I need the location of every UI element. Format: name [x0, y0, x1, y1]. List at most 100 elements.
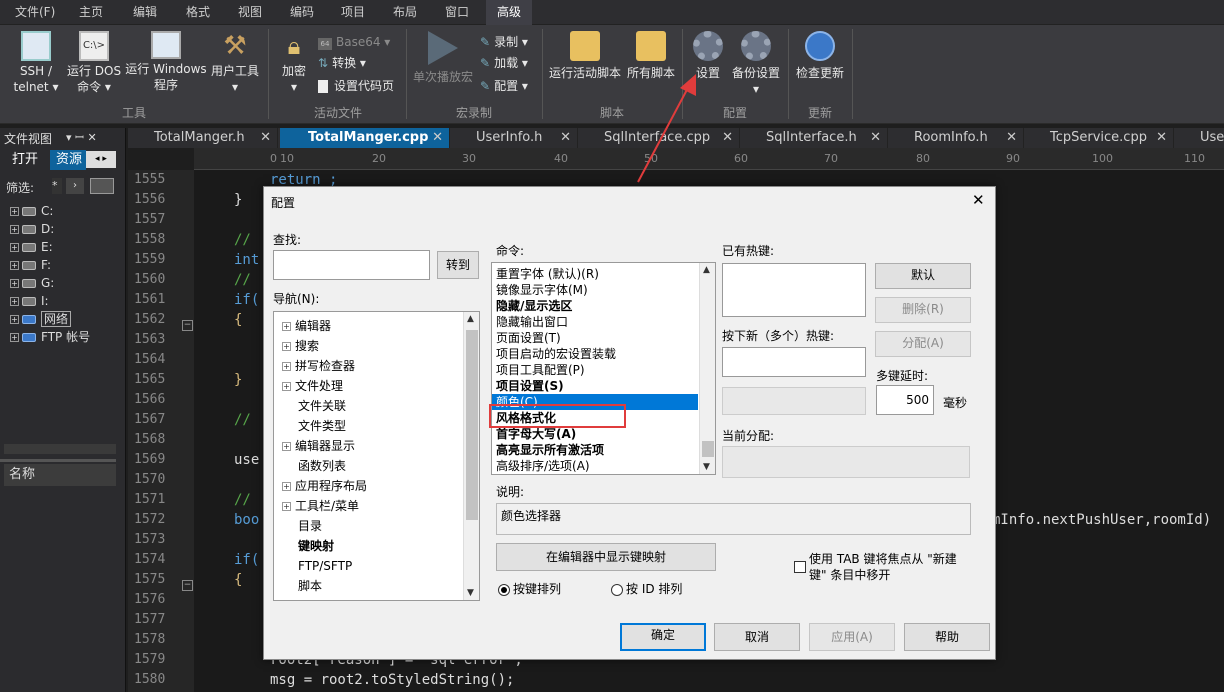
close-icon[interactable]: ✕ [1156, 128, 1167, 148]
new-hotkey-input[interactable] [722, 347, 866, 377]
tab-use-partial[interactable]: Use [1174, 128, 1224, 148]
expand-icon[interactable]: + [10, 297, 19, 306]
run-dos-button[interactable]: C:\> 运行 DOS 命令 ▾ [64, 31, 124, 95]
nav-item[interactable]: + 应用程序布局 [282, 476, 367, 496]
sort-by-key-radio[interactable]: 按键排列 [498, 580, 561, 597]
nav-item[interactable]: FTP/SFTP [298, 556, 352, 576]
expand-icon[interactable]: + [282, 502, 291, 511]
tab-open[interactable]: 打开 [4, 150, 46, 170]
command-item[interactable]: 高亮显示所有激活项 [496, 442, 696, 458]
command-item[interactable]: 高级排序/选项(A) [496, 458, 696, 474]
set-codepage-button[interactable]: 设置代码页 [318, 77, 394, 95]
show-keymap-button[interactable]: 在编辑器中显示键映射 [496, 543, 716, 571]
fold-toggle-icon[interactable]: − [182, 320, 193, 331]
expand-icon[interactable]: + [282, 442, 291, 451]
panel-controls[interactable]: ▾ ꟷ ✕ [66, 130, 97, 145]
expand-icon[interactable]: + [10, 261, 19, 270]
splitter[interactable] [0, 459, 116, 462]
nav-item[interactable]: 键映射 [298, 536, 334, 556]
command-item[interactable]: 项目设置(S) [496, 378, 696, 394]
delete-button[interactable]: 删除(R) [875, 297, 971, 323]
tree-drive-c[interactable]: + C: [10, 202, 53, 220]
expand-icon[interactable]: + [10, 315, 19, 324]
tree-ftp-accounts[interactable]: + FTP 帐号 [10, 328, 90, 346]
scroll-down-icon[interactable]: ▼ [703, 462, 710, 472]
menu-home[interactable]: 主页 [68, 0, 114, 25]
close-icon[interactable]: ✕ [432, 128, 443, 148]
apply-button[interactable]: 应用(A) [809, 623, 895, 651]
macro-config-button[interactable]: ✎ 配置 ▾ [480, 77, 528, 95]
tab-sqlinterface-h[interactable]: SqlInterface.h ✕ [740, 128, 888, 148]
command-item[interactable]: 项目启动的宏设置装载 [496, 346, 696, 362]
backup-settings-button[interactable]: 备份设置 ▾ [728, 31, 784, 97]
name-column-header[interactable]: 名称 [4, 464, 116, 486]
expand-icon[interactable]: + [282, 342, 291, 351]
close-icon[interactable]: ✕ [870, 128, 881, 148]
navigation-tree[interactable]: + 编辑器 + 搜索 + 拼写检查器 + 文件处理 文件关联 文件类型 + 编辑器显示 函数列表 + 应用程… [273, 311, 480, 601]
fold-toggle-icon[interactable]: − [182, 580, 193, 591]
check-update-button[interactable]: 检查更新 [792, 31, 848, 81]
user-tools-button[interactable]: ⚒ 用户工具 ▾ [208, 31, 262, 95]
tab-resources[interactable]: 资源 [50, 150, 86, 170]
help-button[interactable]: 帮助 [904, 623, 990, 651]
nav-item[interactable]: + 工具栏/菜单 [282, 496, 359, 516]
nav-item[interactable]: 函数列表 [298, 456, 346, 476]
filter-arrow-icon[interactable]: › [66, 178, 84, 194]
ssh-telnet-button[interactable]: SSH / telnet ▾ [8, 31, 64, 95]
command-item[interactable]: 隐藏/显示选区 [496, 298, 696, 314]
menu-format[interactable]: 格式 [175, 0, 221, 25]
expand-icon[interactable]: + [10, 333, 19, 342]
close-icon[interactable]: ✕ [972, 191, 985, 209]
menu-edit[interactable]: 编辑 [122, 0, 168, 25]
tree-drive-i[interactable]: + I: [10, 292, 49, 310]
tab-tcpservice-cpp[interactable]: TcpService.cpp ✕ [1024, 128, 1174, 148]
menu-view[interactable]: 视图 [227, 0, 273, 25]
nav-item[interactable]: 文件类型 [298, 416, 346, 436]
command-item[interactable]: 重置字体 (默认)(R) [496, 266, 696, 282]
tab-userinfo-h[interactable]: UserInfo.h ✕ [450, 128, 578, 148]
expand-icon[interactable]: + [10, 207, 19, 216]
expand-icon[interactable]: + [282, 362, 291, 371]
menu-layout[interactable]: 布局 [382, 0, 428, 25]
menu-window[interactable]: 窗口 [434, 0, 480, 25]
tree-drive-g[interactable]: + G: [10, 274, 54, 292]
scroll-down-icon[interactable]: ▼ [467, 588, 474, 598]
tree-drive-e[interactable]: + E: [10, 238, 53, 256]
tree-network[interactable]: + 网络 [10, 310, 72, 328]
close-icon[interactable]: ✕ [722, 128, 733, 148]
menu-encoding[interactable]: 编码 [279, 0, 325, 25]
close-icon[interactable]: ✕ [260, 128, 271, 148]
command-list[interactable]: 重置字体 (默认)(R) 镜像显示字体(M) 隐藏/显示选区 隐藏输出窗口 页面设置(T… [491, 262, 716, 475]
nav-item[interactable]: + 编辑器 [282, 316, 331, 336]
command-item[interactable]: 隐藏输出窗口 [496, 314, 696, 330]
command-item[interactable]: 镜像显示字体(M) [496, 282, 696, 298]
default-button[interactable]: 默认 [875, 263, 971, 289]
load-button[interactable]: ✎ 加载 ▾ [480, 54, 528, 72]
record-button[interactable]: ✎ 录制 ▾ [480, 33, 528, 51]
convert-button[interactable]: ⇅ 转换 ▾ [318, 54, 366, 72]
expand-icon[interactable]: + [282, 482, 291, 491]
filter-input[interactable]: * [52, 178, 62, 194]
find-input[interactable] [273, 250, 430, 280]
command-item[interactable]: 页面设置(T) [496, 330, 696, 346]
menu-file[interactable]: 文件(F) [4, 0, 66, 25]
command-item[interactable]: 项目工具配置(P) [496, 362, 696, 378]
tree-drive-f[interactable]: + F: [10, 256, 51, 274]
scroll-up-icon[interactable]: ▲ [703, 265, 710, 275]
nav-item[interactable]: 脚本 [298, 576, 322, 596]
run-active-script-button[interactable]: 运行活动脚本 [546, 31, 624, 81]
base64-button[interactable]: 64 Base64 ▾ [318, 33, 390, 51]
expand-icon[interactable]: + [10, 225, 19, 234]
nav-item[interactable]: + 搜索 [282, 336, 319, 356]
command-scrollbar[interactable]: ▲ ▼ [699, 263, 715, 474]
nav-item[interactable]: 目录 [298, 516, 322, 536]
horizontal-scrollbar[interactable] [4, 444, 116, 454]
menu-project[interactable]: 项目 [330, 0, 376, 25]
command-item[interactable]: 首字母大写(A) [496, 426, 696, 442]
expand-icon[interactable]: + [282, 322, 291, 331]
nav-item[interactable]: 文件关联 [298, 396, 346, 416]
multikey-delay-input[interactable]: 500 [876, 385, 934, 415]
encrypt-button[interactable]: 🔒︎ 加密 ▾ [274, 31, 314, 95]
cancel-button[interactable]: 取消 [714, 623, 800, 651]
nav-item[interactable]: + 文件处理 [282, 376, 343, 396]
